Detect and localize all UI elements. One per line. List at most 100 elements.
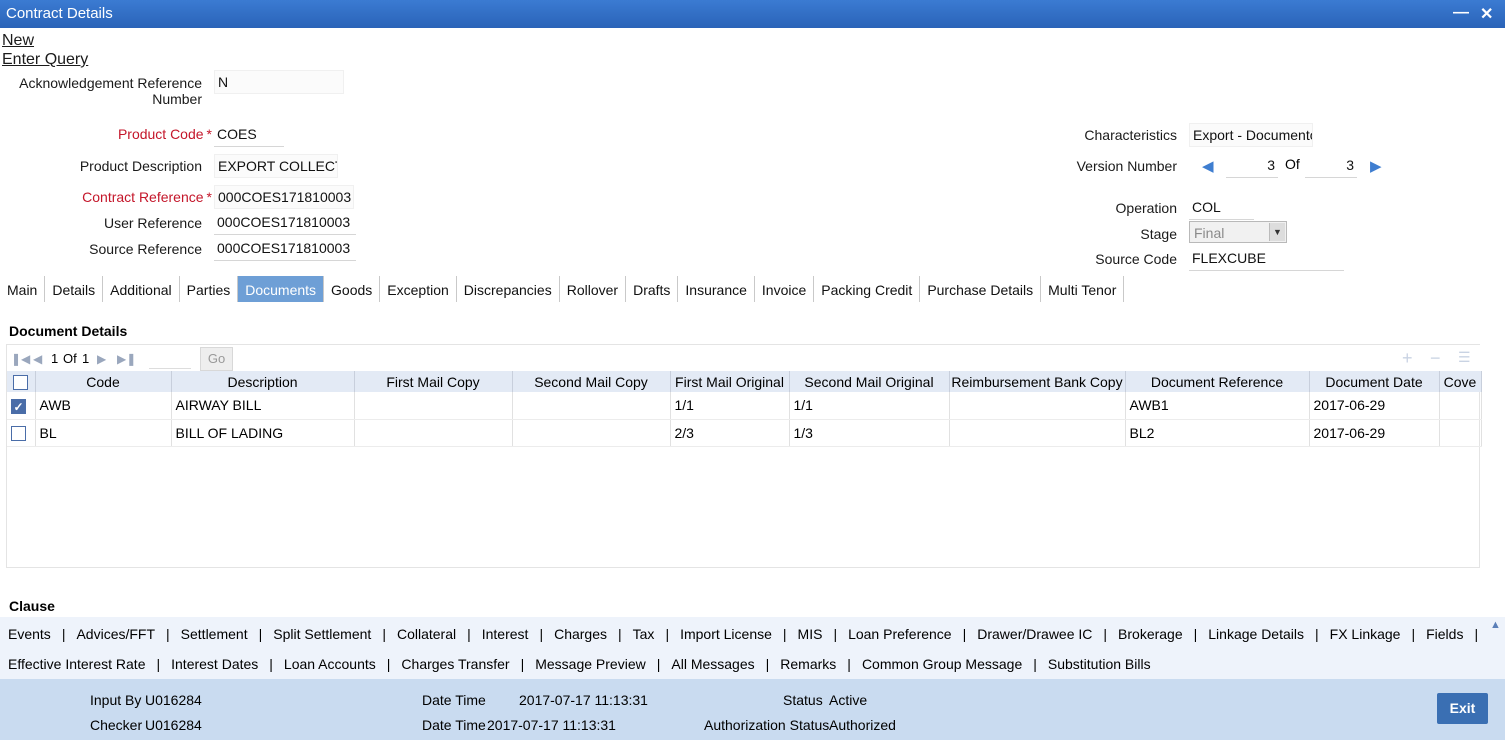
- tab-discrepancies[interactable]: Discrepancies: [457, 276, 560, 302]
- last-page-icon[interactable]: ▶❚: [117, 352, 136, 366]
- next-page-icon[interactable]: ▶: [97, 352, 106, 366]
- cell-doc-ref[interactable]: BL2: [1125, 419, 1310, 447]
- link-events[interactable]: Events: [8, 626, 51, 642]
- link-import-license[interactable]: Import License: [680, 626, 772, 642]
- add-row-icon[interactable]: +: [1402, 348, 1413, 369]
- column-header-description[interactable]: Description: [171, 371, 355, 392]
- first-page-icon[interactable]: ❚◀: [11, 352, 30, 366]
- delete-row-icon[interactable]: −: [1430, 348, 1441, 369]
- cell-reimb-bank-copy[interactable]: [949, 419, 1126, 447]
- link-advices-fft[interactable]: Advices/FFT: [76, 626, 155, 642]
- link-interest[interactable]: Interest: [482, 626, 529, 642]
- link-common-group-message[interactable]: Common Group Message: [862, 656, 1022, 672]
- link-effective-interest-rate[interactable]: Effective Interest Rate: [8, 656, 145, 672]
- version-current-field[interactable]: 3: [1226, 154, 1278, 178]
- select-all-checkbox[interactable]: [13, 374, 29, 390]
- link-mis[interactable]: MIS: [798, 626, 823, 642]
- link-all-messages[interactable]: All Messages: [671, 656, 754, 672]
- link-remarks[interactable]: Remarks: [780, 656, 836, 672]
- exit-button[interactable]: Exit: [1437, 693, 1488, 724]
- link-settlement[interactable]: Settlement: [181, 626, 248, 642]
- row-select-cell[interactable]: [7, 419, 36, 447]
- tab-additional[interactable]: Additional: [103, 276, 180, 302]
- tab-details[interactable]: Details: [45, 276, 104, 302]
- link-tax[interactable]: Tax: [633, 626, 655, 642]
- chevron-down-icon[interactable]: ▼: [1269, 223, 1285, 241]
- column-header-reimbursement-bank-copy[interactable]: Reimbursement Bank Copy: [949, 371, 1126, 392]
- link-collateral[interactable]: Collateral: [397, 626, 456, 642]
- column-header-document-date[interactable]: Document Date: [1309, 371, 1440, 392]
- link-loan-accounts[interactable]: Loan Accounts: [284, 656, 376, 672]
- page-number-input[interactable]: [149, 349, 191, 369]
- tab-insurance[interactable]: Insurance: [678, 276, 755, 302]
- cell-reimb-bank-copy[interactable]: [949, 392, 1126, 420]
- close-icon[interactable]: ✕: [1480, 4, 1493, 24]
- select-all-header[interactable]: [7, 371, 36, 392]
- tab-packing-credit[interactable]: Packing Credit: [814, 276, 921, 302]
- column-header-second-mail-copy[interactable]: Second Mail Copy: [512, 371, 671, 392]
- tab-exception[interactable]: Exception: [380, 276, 457, 302]
- tab-main[interactable]: Main: [0, 276, 46, 302]
- row-options-icon[interactable]: ☰: [1458, 349, 1471, 366]
- prev-page-icon[interactable]: ◀: [33, 352, 42, 366]
- column-header-second-mail-original[interactable]: Second Mail Original: [789, 371, 950, 392]
- next-version-icon[interactable]: ▶: [1370, 157, 1382, 175]
- link-linkage-details[interactable]: Linkage Details: [1208, 626, 1304, 642]
- new-link[interactable]: New: [2, 32, 34, 50]
- link-drawer-drawee-ic[interactable]: Drawer/Drawee IC: [977, 626, 1092, 642]
- cell-first-mail-copy[interactable]: [354, 419, 513, 447]
- previous-version-icon[interactable]: ◀: [1202, 157, 1214, 175]
- source-reference-field[interactable]: 000COES171810003: [214, 237, 356, 261]
- cell-first-mail-original[interactable]: 1/1: [670, 392, 790, 420]
- contract-reference-field[interactable]: 000COES171810003: [214, 185, 354, 209]
- column-header-cove[interactable]: Cove: [1439, 371, 1482, 392]
- cell-first-mail-copy[interactable]: [354, 392, 513, 420]
- cell-code[interactable]: BL: [35, 419, 172, 447]
- cell-second-mail-original[interactable]: 1/1: [789, 392, 950, 420]
- column-header-first-mail-copy[interactable]: First Mail Copy: [354, 371, 513, 392]
- link-loan-preference[interactable]: Loan Preference: [848, 626, 952, 642]
- table-row[interactable]: BL BILL OF LADING 2/3 1/3 BL2 2017-06-29: [7, 419, 1482, 447]
- ack-ref-field[interactable]: N: [214, 70, 344, 94]
- link-fields[interactable]: Fields: [1426, 626, 1463, 642]
- cell-first-mail-original[interactable]: 2/3: [670, 419, 790, 447]
- tab-purchase-details[interactable]: Purchase Details: [920, 276, 1042, 302]
- cell-cover[interactable]: [1439, 392, 1482, 420]
- enter-query-link[interactable]: Enter Query: [2, 51, 88, 69]
- user-reference-field[interactable]: 000COES171810003: [214, 211, 356, 235]
- column-header-first-mail-original[interactable]: First Mail Original: [670, 371, 790, 392]
- stage-select[interactable]: Final ▼: [1189, 221, 1287, 243]
- table-row[interactable]: ✓ AWB AIRWAY BILL 1/1 1/1 AWB1 2017-06-29: [7, 392, 1482, 420]
- cell-doc-ref[interactable]: AWB1: [1125, 392, 1310, 420]
- row-checkbox[interactable]: ✓: [11, 398, 26, 414]
- cell-second-mail-original[interactable]: 1/3: [789, 419, 950, 447]
- go-button[interactable]: Go: [200, 347, 233, 371]
- minimize-icon[interactable]: —: [1453, 4, 1469, 22]
- link-charges-transfer[interactable]: Charges Transfer: [401, 656, 509, 672]
- link-charges[interactable]: Charges: [554, 626, 607, 642]
- operation-field[interactable]: COL: [1189, 196, 1254, 220]
- column-header-code[interactable]: Code: [35, 371, 172, 392]
- row-checkbox[interactable]: [11, 425, 26, 441]
- product-description-field[interactable]: EXPORT COLLECTIO: [214, 154, 338, 178]
- source-code-field[interactable]: FLEXCUBE: [1189, 247, 1344, 271]
- link-fx-linkage[interactable]: FX Linkage: [1330, 626, 1401, 642]
- column-header-document-reference[interactable]: Document Reference: [1125, 371, 1310, 392]
- cell-second-mail-copy[interactable]: [512, 392, 671, 420]
- cell-doc-date[interactable]: 2017-06-29: [1309, 392, 1440, 420]
- cell-second-mail-copy[interactable]: [512, 419, 671, 447]
- link-split-settlement[interactable]: Split Settlement: [273, 626, 371, 642]
- cell-code[interactable]: AWB: [35, 392, 172, 420]
- cell-description[interactable]: AIRWAY BILL: [171, 392, 355, 420]
- tab-goods[interactable]: Goods: [324, 276, 381, 302]
- link-interest-dates[interactable]: Interest Dates: [171, 656, 258, 672]
- tab-parties[interactable]: Parties: [180, 276, 239, 302]
- tab-rollover[interactable]: Rollover: [560, 276, 627, 302]
- cell-cover[interactable]: [1439, 419, 1482, 447]
- product-code-field[interactable]: COES: [214, 123, 284, 147]
- cell-description[interactable]: BILL OF LADING: [171, 419, 355, 447]
- link-message-preview[interactable]: Message Preview: [535, 656, 646, 672]
- tab-documents[interactable]: Documents: [238, 276, 325, 302]
- tab-multi-tenor[interactable]: Multi Tenor: [1041, 276, 1125, 302]
- row-select-cell[interactable]: ✓: [7, 392, 36, 420]
